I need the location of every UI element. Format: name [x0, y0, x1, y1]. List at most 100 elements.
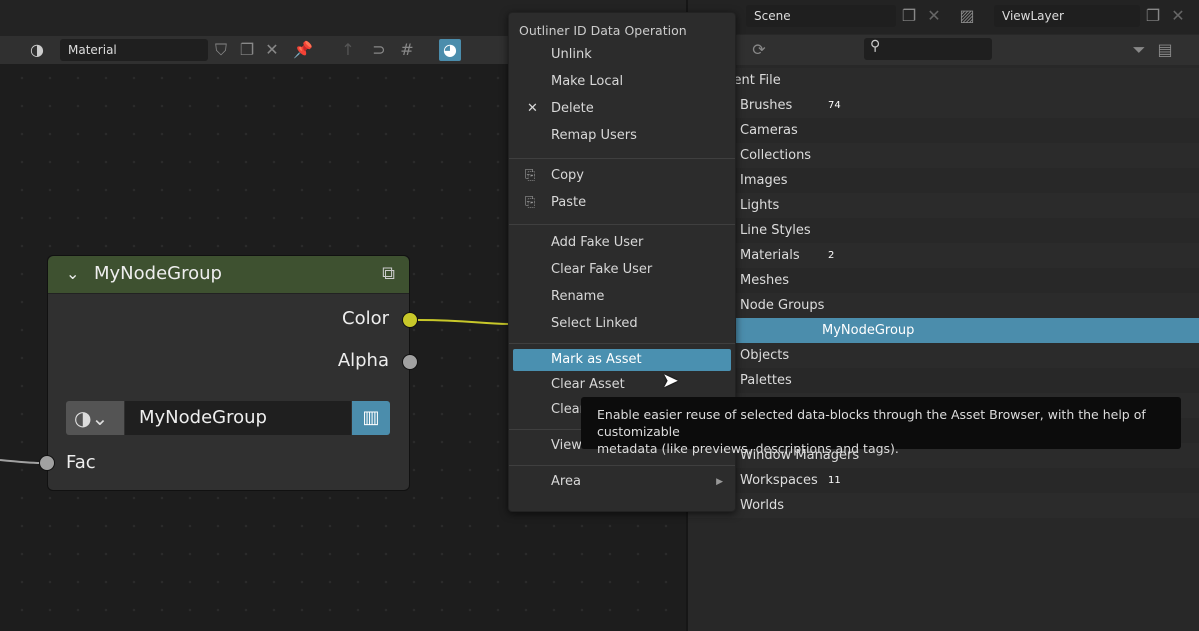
outliner-header: ⟳ ⚲ ⏷ ▤ — [688, 35, 1199, 65]
output-color-label: Color — [342, 308, 389, 329]
menu-item-mark-as-asset[interactable]: Mark as Asset — [513, 349, 731, 371]
node-title: MyNodeGroup — [94, 263, 222, 284]
menu-item-label: Rename — [551, 289, 605, 304]
menu-item-clear-asset[interactable]: Clear Asset — [513, 374, 731, 396]
close-icon[interactable]: ✕ — [1167, 5, 1189, 27]
menu-separator — [509, 465, 735, 466]
row-label: Cameras — [740, 123, 798, 138]
count-badge: 74 — [828, 100, 841, 111]
node-group-icon[interactable]: ⧉ — [382, 256, 395, 292]
menu-item-make-local[interactable]: Make Local — [513, 71, 731, 93]
close-icon[interactable]: ✕ — [923, 5, 945, 27]
menu-item-label: View — [551, 438, 582, 453]
tooltip-line-1: Enable easier reuse of selected data-blo… — [597, 407, 1146, 439]
menu-item-label: Add Fake User — [551, 235, 644, 250]
outliner-row[interactable]: Worlds — [688, 493, 1199, 518]
menu-item-area[interactable]: Area ▶ — [513, 471, 731, 493]
row-label: Meshes — [740, 273, 789, 288]
copy-icon: ⎘ — [525, 168, 536, 183]
duplicate-icon[interactable]: ❐ — [1142, 5, 1164, 27]
menu-item-label: Paste — [551, 195, 587, 210]
menu-item-label: Unlink — [551, 47, 592, 62]
outliner-row[interactable]: Lights — [688, 193, 1199, 218]
outliner-tree: Current File Brushes 74 Cameras Collections… — [688, 68, 1199, 631]
menu-separator — [509, 158, 735, 159]
duplicate-icon[interactable]: ❐ — [898, 5, 920, 27]
row-label: Brushes — [740, 98, 793, 113]
delete-icon: ✕ — [527, 101, 538, 116]
view-layer-icon[interactable]: ▨ — [956, 5, 978, 27]
menu-item-label: Make Local — [551, 74, 624, 89]
outliner-row[interactable]: MyNodeGroup — [688, 318, 1199, 343]
scene-bar: Scene ❐ ✕ ▨ ViewLayer ❐ ✕ — [688, 0, 1199, 34]
menu-item-clear-fake-user[interactable]: Clear Fake User — [513, 259, 731, 281]
menu-item-unlink[interactable]: Unlink — [513, 44, 731, 66]
fac-input-socket[interactable] — [39, 455, 55, 471]
row-label: Materials — [740, 248, 800, 263]
outliner-row[interactable]: Meshes — [688, 268, 1199, 293]
outliner-row[interactable]: Palettes — [688, 368, 1199, 393]
outliner-row[interactable]: Objects — [688, 343, 1199, 368]
count-badge: 2 — [828, 250, 835, 261]
menu-item-paste[interactable]: Paste ⎘ — [513, 192, 731, 214]
menu-item-label: Area — [551, 474, 581, 489]
menu-item-select-linked[interactable]: Select Linked — [513, 313, 731, 335]
node-group-node[interactable]: ⌄ MyNodeGroup ⧉ Color Alpha ◑⌄ MyNodeGro… — [39, 255, 418, 491]
menu-item-delete[interactable]: Delete ✕ — [513, 98, 731, 120]
outliner-row[interactable]: Brushes 74 — [688, 93, 1199, 118]
fac-link — [0, 459, 41, 464]
search-input[interactable]: ⚲ — [864, 38, 992, 60]
menu-title: Outliner ID Data Operation — [519, 23, 687, 38]
menu-item-rename[interactable]: Rename — [513, 286, 731, 308]
input-fac-label: Fac — [66, 452, 96, 473]
node-group-field[interactable]: MyNodeGroup — [125, 401, 351, 435]
new-collection-icon[interactable]: ▤ — [1154, 39, 1176, 61]
color-output-socket[interactable] — [402, 312, 418, 328]
menu-item-label: Clear — [551, 402, 585, 417]
menu-item-label: Mark as Asset — [551, 352, 642, 367]
tooltip: Enable easier reuse of selected data-blo… — [581, 397, 1181, 456]
outliner-row[interactable]: Node Groups — [688, 293, 1199, 318]
outliner-row[interactable]: Collections — [688, 143, 1199, 168]
outliner-row[interactable]: Line Styles — [688, 218, 1199, 243]
row-label: Line Styles — [740, 223, 811, 238]
row-label: Objects — [740, 348, 790, 363]
menu-item-label: Clear Fake User — [551, 262, 653, 277]
row-label: Lights — [740, 198, 780, 213]
outliner-row[interactable]: Materials 2 — [688, 243, 1199, 268]
submenu-arrow-icon: ▶ — [716, 477, 723, 487]
filter-icon[interactable]: ⏷ — [1128, 39, 1150, 61]
row-label: Palettes — [740, 373, 792, 388]
node-header[interactable]: ⌄ MyNodeGroup ⧉ — [48, 256, 409, 294]
tooltip-line-2: metadata (like previews, descriptions an… — [597, 441, 899, 456]
row-label: Workspaces — [740, 473, 818, 488]
outliner-row[interactable]: Images — [688, 168, 1199, 193]
scene-field[interactable]: Scene — [746, 5, 896, 27]
display-mode-icon[interactable]: ⟳ — [748, 39, 770, 61]
outliner: Scene ❐ ✕ ▨ ViewLayer ❐ ✕ ⟳ ⚲ ⏷ ▤ Curren… — [686, 0, 1199, 631]
outliner-row[interactable]: Workspaces 11 — [688, 468, 1199, 493]
menu-item-label: Select Linked — [551, 316, 638, 331]
collapse-chevron-icon[interactable]: ⌄ — [66, 256, 79, 292]
alpha-output-socket[interactable] — [402, 354, 418, 370]
paste-icon: ⎘ — [525, 195, 536, 210]
menu-item-label: Delete — [551, 101, 594, 116]
node-group-browse-button[interactable]: ◑⌄ — [66, 401, 124, 435]
count-badge: 11 — [828, 475, 841, 486]
color-link — [417, 319, 511, 325]
menu-item-add-fake-user[interactable]: Add Fake User — [513, 232, 731, 254]
menu-item-copy[interactable]: Copy ⎘ — [513, 165, 731, 187]
menu-item-label: Remap Users — [551, 128, 637, 143]
outliner-row[interactable]: Cameras — [688, 118, 1199, 143]
row-label: Worlds — [740, 498, 785, 513]
tree-root[interactable]: Current File — [688, 68, 1199, 93]
asset-icon[interactable]: ▥ — [352, 401, 390, 435]
menu-item-label: Copy — [551, 168, 584, 183]
menu-item-label: Clear Asset — [551, 377, 625, 392]
menu-item-remap-users[interactable]: Remap Users — [513, 125, 731, 147]
menu-separator — [509, 224, 735, 225]
menu-separator — [509, 343, 735, 344]
row-label: Node Groups — [740, 298, 825, 313]
output-alpha-label: Alpha — [337, 350, 389, 371]
view-layer-field[interactable]: ViewLayer — [994, 5, 1140, 27]
